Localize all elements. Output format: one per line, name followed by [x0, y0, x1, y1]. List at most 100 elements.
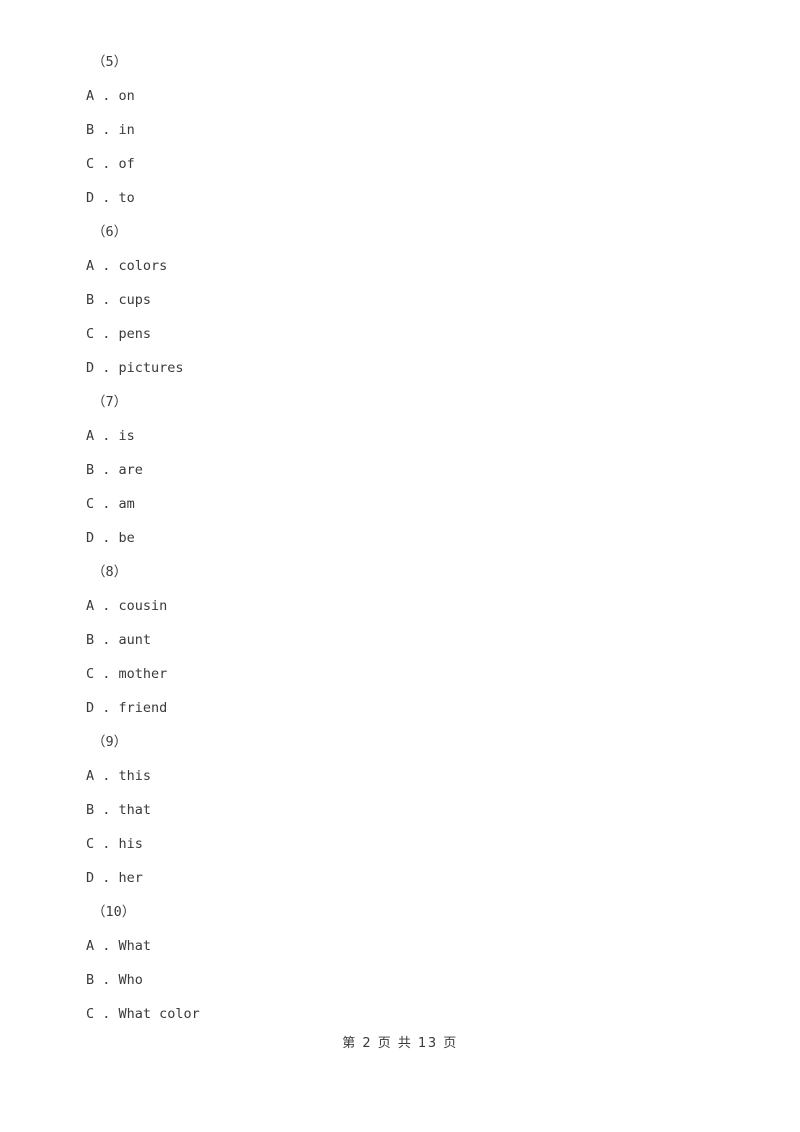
option-text: in [118, 122, 135, 138]
answer-option[interactable]: A . this [86, 759, 726, 793]
answer-option[interactable]: C . What color [86, 997, 726, 1031]
option-letter: D [86, 700, 95, 716]
answer-option[interactable]: D . friend [86, 691, 726, 725]
option-separator: . [94, 496, 119, 512]
question-group: （6） A . colors B . cups C . pens D . picture… [86, 215, 726, 385]
answer-option[interactable]: D . her [86, 861, 726, 895]
option-text: mother [118, 666, 168, 682]
option-letter: C [86, 836, 95, 852]
option-separator: . [94, 326, 119, 342]
option-letter: B [86, 122, 95, 138]
option-separator: . [94, 870, 119, 886]
option-letter: C [86, 326, 95, 342]
answer-option[interactable]: C . mother [86, 657, 726, 691]
option-text: Who [118, 972, 143, 988]
option-separator: . [94, 88, 119, 104]
document-page: （5） A . on B . in C . of D . to （6） A . colors… [0, 0, 800, 1132]
option-separator: . [94, 768, 119, 784]
option-separator: . [94, 122, 119, 138]
option-text: colors [118, 258, 168, 274]
option-letter: A [86, 598, 95, 614]
option-text: pens [118, 326, 152, 342]
option-text: this [118, 768, 152, 784]
option-letter: C [86, 156, 95, 172]
answer-option[interactable]: A . is [86, 419, 726, 453]
option-letter: B [86, 972, 95, 988]
question-list: （5） A . on B . in C . of D . to （6） A . colors… [86, 45, 726, 1031]
question-number: （7） [92, 394, 128, 410]
answer-option[interactable]: C . pens [86, 317, 726, 351]
option-text: What color [118, 1006, 200, 1022]
option-text: of [118, 156, 135, 172]
option-separator: . [94, 938, 119, 954]
option-letter: D [86, 360, 95, 376]
option-text: What [118, 938, 152, 954]
page-footer: 第 2 页 共 13 页 [342, 1036, 458, 1051]
answer-option[interactable]: B . aunt [86, 623, 726, 657]
answer-option[interactable]: B . Who [86, 963, 726, 997]
option-text: that [118, 802, 152, 818]
question-group: （10） A . What B . Who C . What color [86, 895, 726, 1031]
option-letter: B [86, 462, 95, 478]
question-group: （7） A . is B . are C . am D . be [86, 385, 726, 555]
option-letter: A [86, 938, 95, 954]
option-letter: D [86, 530, 95, 546]
answer-option[interactable]: D . to [86, 181, 726, 215]
option-separator: . [94, 972, 119, 988]
option-letter: D [86, 190, 95, 206]
option-separator: . [94, 598, 119, 614]
question-number: （5） [92, 54, 128, 70]
answer-option[interactable]: B . cups [86, 283, 726, 317]
option-separator: . [94, 836, 119, 852]
option-separator: . [94, 802, 119, 818]
answer-option[interactable]: A . cousin [86, 589, 726, 623]
answer-option[interactable]: A . on [86, 79, 726, 113]
option-letter: C [86, 1006, 95, 1022]
option-text: be [118, 530, 135, 546]
option-text: pictures [118, 360, 184, 376]
option-separator: . [94, 1006, 119, 1022]
option-text: to [118, 190, 135, 206]
answer-option[interactable]: A . colors [86, 249, 726, 283]
option-separator: . [94, 292, 119, 308]
answer-option[interactable]: B . are [86, 453, 726, 487]
answer-option[interactable]: C . am [86, 487, 726, 521]
option-separator: . [94, 190, 119, 206]
option-text: on [118, 88, 135, 104]
option-text: am [118, 496, 135, 512]
option-separator: . [94, 632, 119, 648]
option-separator: . [94, 428, 119, 444]
answer-option[interactable]: D . be [86, 521, 726, 555]
option-letter: D [86, 870, 95, 886]
option-separator: . [94, 258, 119, 274]
option-text: cousin [118, 598, 168, 614]
answer-option[interactable]: C . his [86, 827, 726, 861]
question-group: （9） A . this B . that C . his D . her [86, 725, 726, 895]
answer-option[interactable]: A . What [86, 929, 726, 963]
option-separator: . [94, 530, 119, 546]
answer-option[interactable]: B . that [86, 793, 726, 827]
option-letter: C [86, 496, 95, 512]
option-text: is [118, 428, 135, 444]
answer-option[interactable]: B . in [86, 113, 726, 147]
question-group: （5） A . on B . in C . of D . to [86, 45, 726, 215]
option-text: cups [118, 292, 152, 308]
question-number: （9） [92, 734, 128, 750]
question-number: （8） [92, 564, 128, 580]
question-number: （10） [92, 904, 136, 920]
option-separator: . [94, 156, 119, 172]
option-text: are [118, 462, 143, 478]
option-text: his [118, 836, 143, 852]
option-letter: C [86, 666, 95, 682]
option-separator: . [94, 666, 119, 682]
answer-option[interactable]: C . of [86, 147, 726, 181]
option-letter: A [86, 768, 95, 784]
option-separator: . [94, 360, 119, 376]
answer-option[interactable]: D . pictures [86, 351, 726, 385]
option-text: her [118, 870, 143, 886]
option-letter: B [86, 802, 95, 818]
option-letter: B [86, 632, 95, 648]
option-separator: . [94, 462, 119, 478]
option-letter: A [86, 88, 95, 104]
option-separator: . [94, 700, 119, 716]
